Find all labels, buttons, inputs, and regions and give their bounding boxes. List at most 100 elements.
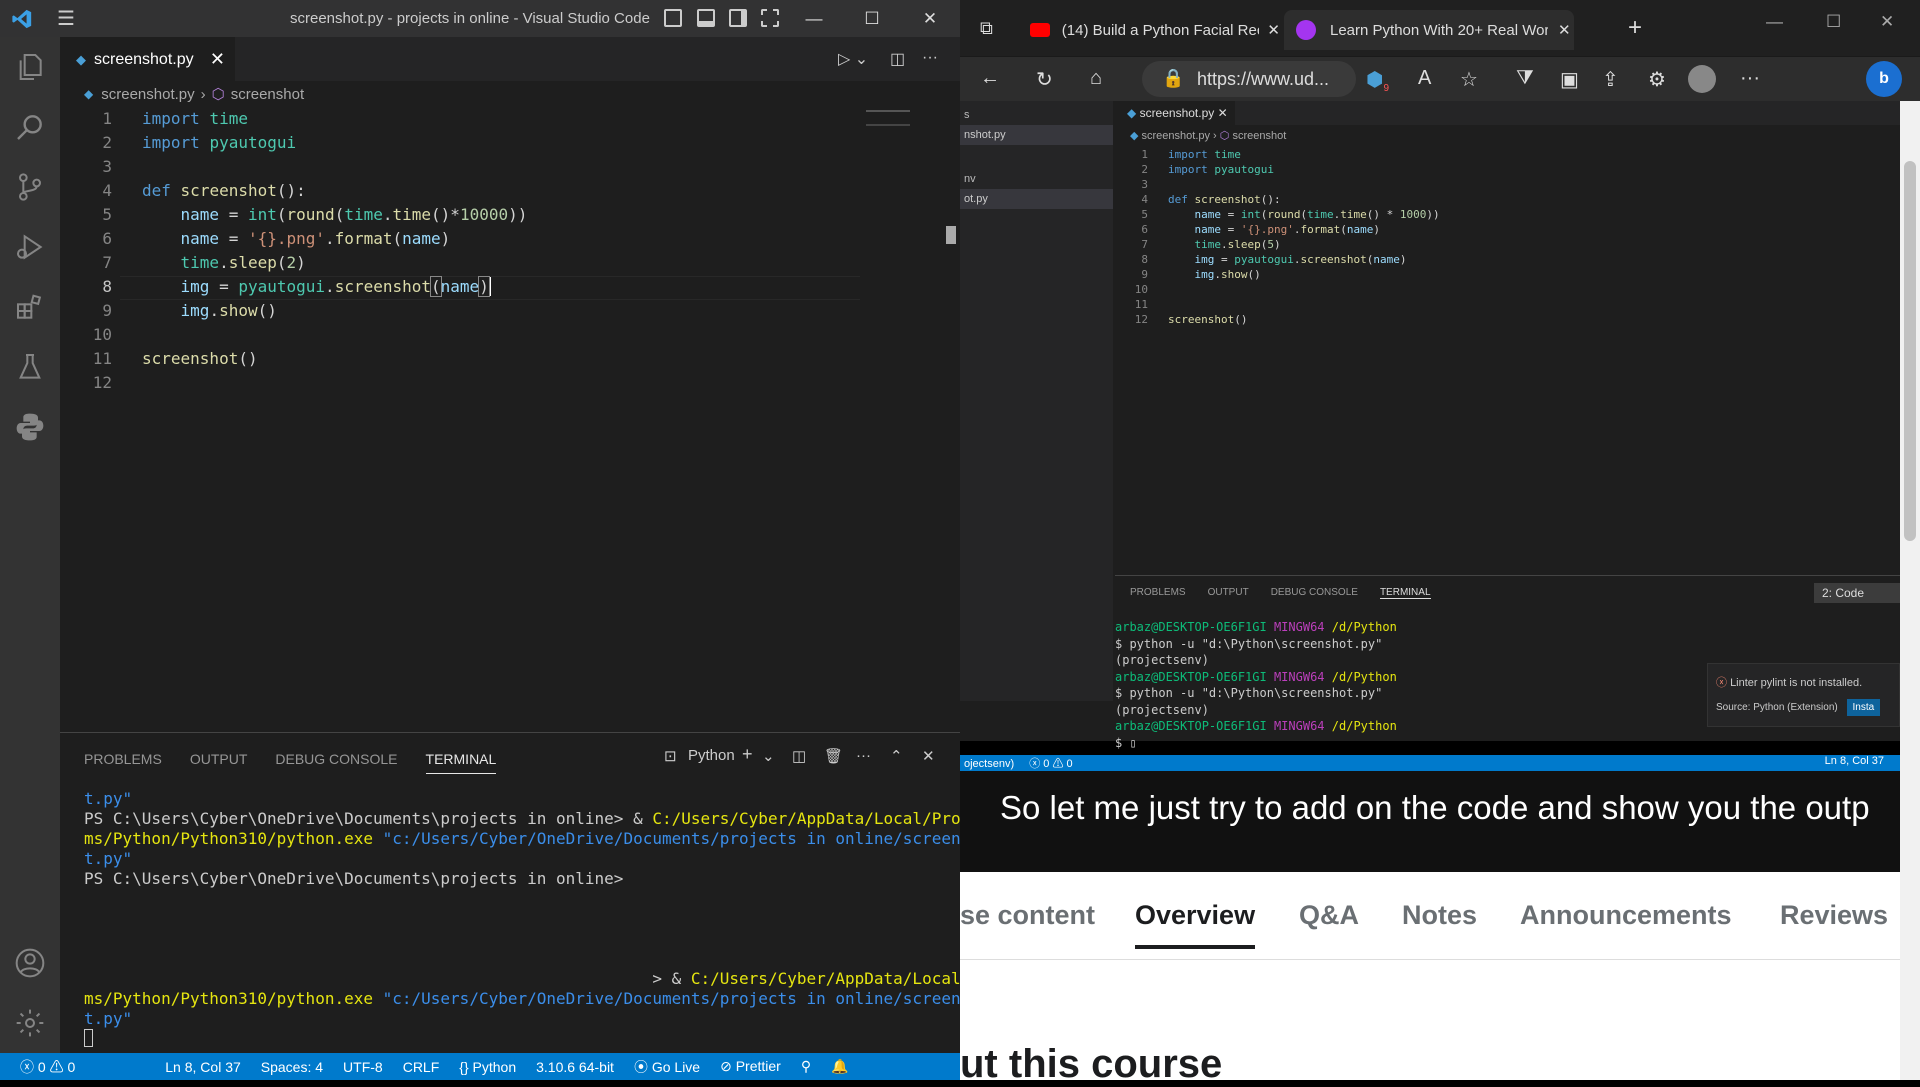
end-of-line[interactable]: CRLF (403, 1059, 440, 1075)
terminal-panel: PROBLEMS OUTPUT DEBUG CONSOLE TERMINAL ⊡… (60, 732, 1028, 1053)
go-live-button[interactable]: ⦿ Go Live (634, 1057, 700, 1077)
tab-output[interactable]: OUTPUT (190, 751, 248, 774)
testing-icon[interactable] (0, 337, 60, 397)
notifications-bell-icon[interactable]: 🔔 (831, 1058, 848, 1075)
split-terminal-icon[interactable]: ◫ (792, 747, 806, 765)
search-icon[interactable] (0, 97, 60, 157)
split-editor-icon[interactable]: ◫ (890, 49, 905, 69)
tab-overview[interactable]: Overview (1135, 900, 1256, 949)
terminal-icon: ⊡ (664, 748, 677, 765)
tab-problems[interactable]: PROBLEMS (84, 751, 162, 774)
tab-actions-icon[interactable]: ⧉ (980, 18, 993, 39)
tab-notes[interactable]: Notes (1402, 900, 1477, 931)
feedback-icon[interactable]: ⚲ (801, 1058, 811, 1075)
video-player[interactable]: s nshot.py nv ot.py ◆ screenshot.py ✕ ◆ … (960, 101, 1900, 872)
terminal-output[interactable]: t.py" PS C:\Users\Cyber\OneDrive\Documen… (84, 789, 1028, 1052)
close-tab-icon[interactable]: ✕ (1267, 21, 1280, 39)
python-icon[interactable] (0, 397, 60, 457)
close-button[interactable]: ✕ (1880, 12, 1894, 32)
language-mode[interactable]: {} Python (459, 1059, 516, 1075)
new-terminal-icon[interactable]: + (742, 744, 753, 765)
more-actions-icon[interactable]: ··· (856, 747, 871, 764)
maximize-button[interactable]: ☐ (1826, 12, 1841, 32)
video-caption: So let me just try to add on the code an… (1000, 789, 1870, 826)
explorer-icon[interactable] (0, 37, 60, 97)
read-aloud-icon[interactable]: A (1418, 67, 1431, 90)
video-explorer-item: nv (964, 173, 976, 185)
share-icon[interactable]: ⇪ (1602, 67, 1619, 92)
terminal-line: PS C:\Users\Cyber\OneDrive\Documents\pro… (84, 809, 653, 828)
new-tab-icon[interactable]: + (1628, 14, 1642, 42)
run-file-icon[interactable]: ▷ ⌄ (838, 49, 868, 69)
add-favorite-icon[interactable]: ☆ (1460, 67, 1478, 92)
breadcrumb-file[interactable]: screenshot.py (101, 86, 194, 103)
cursor-position[interactable]: Ln 8, Col 37 (165, 1059, 241, 1075)
tab-qa[interactable]: Q&A (1299, 900, 1359, 931)
tab-announcements[interactable]: Announcements (1520, 900, 1732, 931)
vscode-titlebar: ☰ screenshot.py - projects in online - V… (0, 0, 960, 37)
page-scrollbar[interactable] (1900, 101, 1920, 1080)
code-editor[interactable]: 1 import time 2 import pyautogui 3 4 def sc… (60, 107, 960, 732)
minimap[interactable] (866, 110, 910, 126)
maximize-button[interactable]: ☐ (844, 0, 900, 37)
settings-gear-icon[interactable] (0, 993, 60, 1053)
more-actions-icon[interactable]: ··· (922, 49, 938, 67)
browser-tab-udemy[interactable]: Learn Python With 20+ Real Wor ✕ (1284, 10, 1574, 50)
bing-icon[interactable]: b (1866, 61, 1902, 97)
chevron-down-icon[interactable]: ⌄ (762, 747, 775, 765)
maximize-panel-icon[interactable]: ⌃ (890, 747, 903, 765)
back-icon[interactable]: ← (980, 67, 1000, 90)
browser-window: ⧉ (14) Build a Python Facial Recogn ✕ Le… (960, 0, 1920, 1086)
python-interpreter[interactable]: 3.10.6 64-bit (536, 1059, 614, 1075)
minimize-button[interactable]: — (786, 0, 842, 37)
performance-icon[interactable]: ⚙ (1648, 67, 1666, 92)
home-icon[interactable]: ⌂ (1090, 67, 1102, 90)
close-button[interactable]: ✕ (902, 0, 958, 37)
minimize-button[interactable]: — (1766, 12, 1783, 32)
scrollbar-slider[interactable] (946, 226, 956, 244)
close-tab-icon[interactable]: ✕ (1558, 21, 1571, 39)
status-bar: ⓧ 0 ⚠ 0 Ln 8, Col 37 Spaces: 4 UTF-8 CRL… (0, 1053, 960, 1080)
extensions-icon[interactable]: ⧩ (1516, 67, 1534, 90)
problems-status[interactable]: ⓧ 0 ⚠ 0 (20, 1057, 75, 1077)
address-bar[interactable]: 🔒 https://www.ud... (1142, 61, 1356, 97)
close-tab-icon[interactable]: ✕ (210, 49, 225, 70)
tab-terminal[interactable]: TERMINAL (425, 751, 497, 774)
tab-label: screenshot.py (94, 50, 194, 68)
address-text: https://www.ud... (1197, 69, 1330, 89)
toggle-secondary-sidebar-icon[interactable] (729, 9, 747, 27)
customize-layout-icon[interactable] (761, 9, 779, 27)
run-debug-icon[interactable] (0, 217, 60, 277)
accounts-icon[interactable] (0, 933, 60, 993)
video-status-bar: ojectsenv) ⓧ 0 ⚠ 0 Ln 8, Col 37 (960, 755, 1900, 771)
video-explorer-item: s (964, 109, 970, 121)
tab-course-content[interactable]: se content (960, 900, 1095, 931)
prettier-button[interactable]: ⊘ Prettier (720, 1058, 781, 1075)
terminal-profile[interactable]: Python (688, 747, 735, 764)
more-menu-icon[interactable]: ··· (1740, 67, 1760, 90)
video-explorer-item: ot.py (960, 189, 1113, 209)
video-explorer: s nshot.py nv ot.py (960, 101, 1113, 701)
tab-reviews[interactable]: Reviews (1780, 900, 1888, 931)
menu-icon[interactable]: ☰ (44, 0, 88, 37)
toggle-sidebar-icon[interactable] (664, 9, 682, 27)
source-control-icon[interactable] (0, 157, 60, 217)
encoding[interactable]: UTF-8 (343, 1059, 383, 1075)
tab-debug-console[interactable]: DEBUG CONSOLE (275, 751, 397, 774)
refresh-icon[interactable]: ↻ (1036, 67, 1053, 92)
tracking-shield-icon[interactable]: ⬢9 (1366, 67, 1389, 94)
line-number: 1 (102, 109, 112, 128)
collections-icon[interactable]: ▣ (1560, 67, 1579, 92)
scrollbar-thumb[interactable] (1904, 161, 1916, 541)
trash-icon[interactable]: 🗑 (824, 747, 843, 765)
indentation[interactable]: Spaces: 4 (261, 1059, 323, 1075)
profile-avatar[interactable] (1688, 65, 1716, 93)
toggle-panel-icon[interactable] (697, 9, 715, 27)
breadcrumb-symbol[interactable]: screenshot (231, 86, 304, 103)
close-panel-icon[interactable]: ✕ (922, 747, 935, 765)
browser-tab-youtube[interactable]: (14) Build a Python Facial Recogn ✕ (1030, 10, 1280, 50)
video-terminal-select: 2: Code (1814, 583, 1900, 603)
tab-screenshot-py[interactable]: ◆ screenshot.py ✕ (60, 37, 235, 81)
extensions-icon[interactable] (0, 277, 60, 337)
